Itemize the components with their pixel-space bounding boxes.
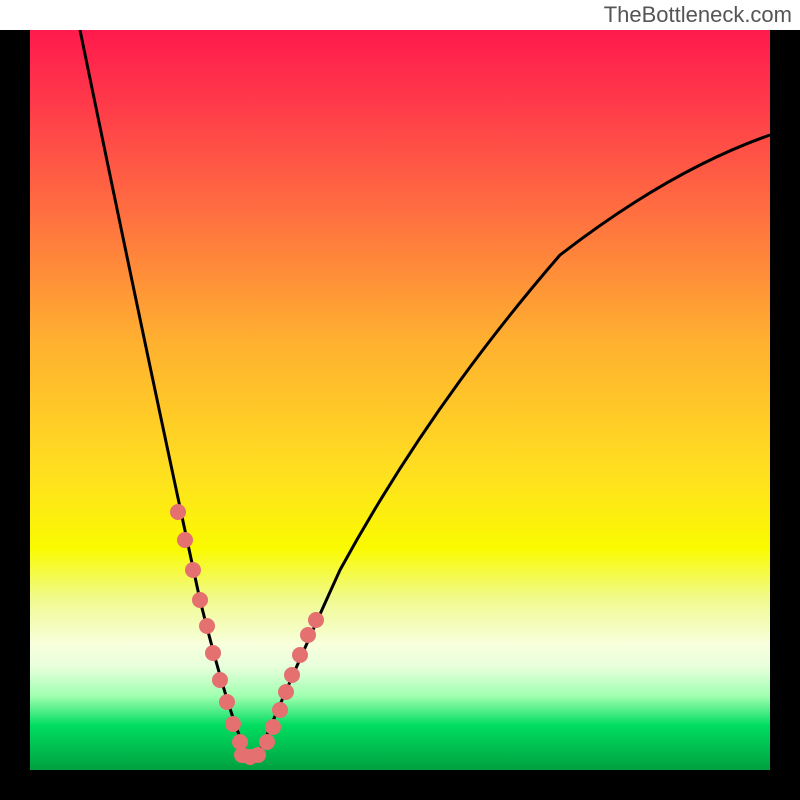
marker-dot bbox=[199, 618, 215, 634]
marker-dot bbox=[300, 627, 316, 643]
header-bar: TheBottleneck.com bbox=[0, 0, 800, 30]
marker-dot bbox=[265, 719, 281, 735]
marker-dot bbox=[272, 702, 288, 718]
marker-dot bbox=[177, 532, 193, 548]
chart-svg bbox=[30, 30, 770, 770]
right-curve-path bbox=[258, 135, 770, 756]
marker-group-bottom bbox=[234, 747, 266, 765]
marker-dot bbox=[259, 734, 275, 750]
curve-group bbox=[80, 30, 770, 758]
marker-dot bbox=[308, 612, 324, 628]
marker-dot bbox=[205, 645, 221, 661]
marker-dot bbox=[292, 647, 308, 663]
marker-dot bbox=[192, 592, 208, 608]
marker-dot bbox=[185, 562, 201, 578]
marker-dot bbox=[225, 716, 241, 732]
marker-group-right bbox=[259, 612, 324, 750]
marker-dot bbox=[250, 747, 266, 763]
marker-dot bbox=[278, 684, 294, 700]
marker-dot bbox=[219, 694, 235, 710]
marker-group-left bbox=[170, 504, 248, 750]
marker-dot bbox=[284, 667, 300, 683]
chart-container: TheBottleneck.com bbox=[0, 0, 800, 800]
left-curve-path bbox=[80, 30, 248, 756]
watermark-text: TheBottleneck.com bbox=[604, 2, 792, 28]
marker-dot bbox=[212, 672, 228, 688]
marker-dot bbox=[170, 504, 186, 520]
